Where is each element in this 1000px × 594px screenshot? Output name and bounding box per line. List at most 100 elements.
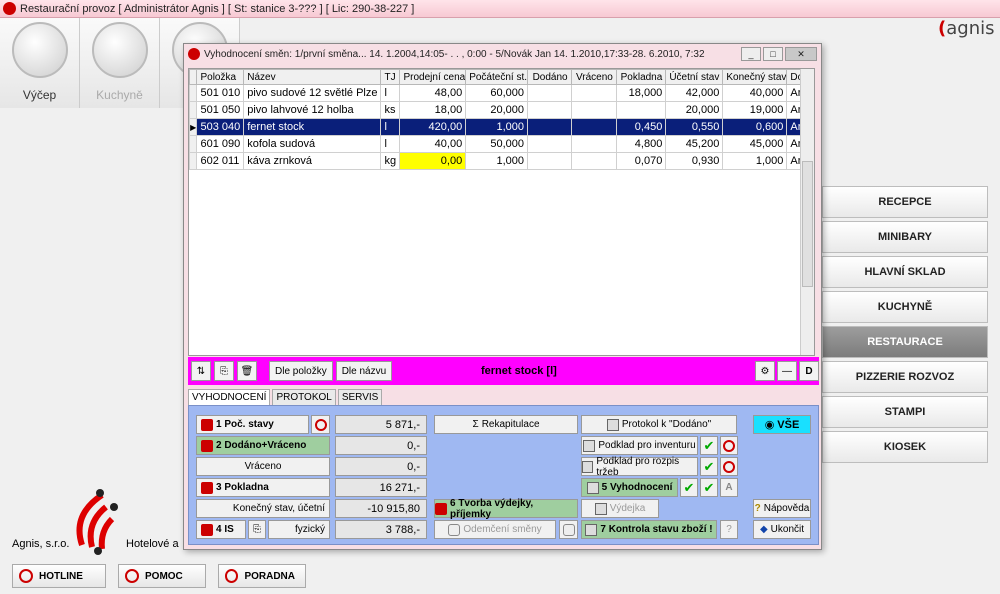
menu-kuchyne[interactable]: KUCHYNĚ [822, 291, 988, 323]
tab-strip: VYHODNOCENÍ PROTOKOL SERVIS [188, 389, 383, 405]
podklad-trzby-button[interactable]: Podklad pro rozpis tržeb [581, 456, 698, 478]
sort-by-name-button[interactable]: Dle názvu [335, 361, 393, 381]
right-menu: RECEPCE MINIBARY HLAVNÍ SKLAD KUCHYNĚ RE… [822, 186, 988, 466]
question-icon [225, 569, 239, 583]
col-prodejni-cena[interactable]: Prodejní cena [399, 69, 467, 85]
check-vyhodnoceni-2[interactable]: ✔ [700, 478, 718, 497]
value-poc-stavy: 5 871,- [335, 415, 427, 434]
col-pokladna[interactable]: Pokladna [615, 69, 667, 85]
no-entry-icon [723, 460, 735, 473]
cancel-inventura-button[interactable] [720, 436, 738, 455]
app-title: Restaurační provoz [ Administrátor Agnis… [20, 2, 415, 15]
tvorba-vydejky-button[interactable]: 6 Tvorba výdejky, příjemky [434, 498, 578, 520]
col-pocatecni[interactable]: Počáteční st. [465, 69, 529, 85]
cancel-poc-stavy-button[interactable] [311, 415, 330, 434]
table-row[interactable]: 501 010 pivo sudové 12 světlé Plze l 48,00 6… [189, 84, 814, 102]
app-logo-icon [3, 2, 16, 15]
menu-hlavni-sklad[interactable]: HLAVNÍ SKLAD [822, 256, 988, 288]
check-vyhodnoceni-1[interactable]: ✔ [680, 478, 698, 497]
check-icon: ✔ [703, 458, 715, 474]
tab-servis[interactable]: SERVIS [337, 389, 383, 405]
trash-icon[interactable]: 🗑 [237, 361, 257, 381]
table-row-selected[interactable]: ▶ 503 040 fernet stock l 420,00 1,000 0,450 0,5… [189, 118, 814, 136]
vraceno-label[interactable]: Vráceno [196, 457, 330, 476]
napoveda-button[interactable]: ? Nápověda [753, 499, 811, 518]
menu-recepce[interactable]: RECEPCE [822, 186, 988, 218]
col-nazev[interactable]: Název [243, 69, 382, 85]
lock-button[interactable] [559, 520, 578, 539]
add-icon [435, 502, 447, 515]
dodano-vraceno-button[interactable]: 2 Dodáno+Vráceno [196, 436, 330, 455]
minimize-icon[interactable]: _ [741, 47, 761, 61]
help-icon: ? [754, 503, 761, 514]
check-icon: ✔ [703, 437, 715, 453]
no-entry-icon [314, 418, 327, 431]
add-icon [201, 523, 213, 536]
tile-vycep[interactable]: Výčep [0, 18, 80, 108]
menu-restaurace[interactable]: RESTAURACE [822, 326, 988, 358]
exit-icon: ◆ [759, 524, 768, 535]
minus-icon[interactable]: — [777, 361, 797, 381]
tab-vyhodnoceni[interactable]: VYHODNOCENÍ [188, 389, 271, 405]
col-ucetni-stav[interactable]: Účetní stav [665, 69, 724, 85]
rekapitulace-button[interactable]: Σ Rekapitulace [434, 415, 578, 434]
sort-by-item-button[interactable]: Dle položky [269, 361, 333, 381]
scroll-thumb[interactable] [802, 161, 813, 287]
value-vraceno: 0,- [335, 457, 427, 476]
pomoc-button[interactable]: POMOC [118, 564, 206, 588]
table-row[interactable]: 602 011 káva zrnková kg 0,00 1,000 0,070 0,930… [189, 152, 814, 170]
col-tj[interactable]: TJ [380, 69, 401, 85]
lock-icon [562, 523, 575, 536]
brand-logo: (agnis [938, 18, 995, 39]
ukoncit-button[interactable]: ◆ Ukončit [753, 520, 811, 539]
no-entry-icon [723, 439, 735, 452]
copy-is-button[interactable]: ⎘ [248, 520, 266, 539]
poc-stavy-button[interactable]: 1 Poč. stavy [196, 415, 309, 434]
copy-icon[interactable]: ⎘ [214, 361, 234, 381]
vse-button[interactable]: ◉ VŠE [753, 415, 811, 434]
sort-icon[interactable]: ⇅ [191, 361, 211, 381]
confirm-trzby-button[interactable]: ✔ [700, 457, 718, 476]
tile-kuchyne[interactable]: Kuchyně [80, 18, 160, 108]
a-button[interactable]: A [720, 478, 738, 497]
filter-bar: ⇅ ⎘ 🗑 Dle položky Dle názvu fernet stock… [188, 357, 819, 385]
d-button[interactable]: D [799, 361, 819, 381]
vydejka-button[interactable]: Výdejka [581, 499, 659, 518]
close-icon[interactable]: ✕ [785, 47, 817, 61]
add-icon [201, 418, 213, 431]
table-row[interactable]: 501 050 pivo lahvové 12 holba ks 18,00 20,00… [189, 101, 814, 119]
menu-kiosek[interactable]: KIOSEK [822, 431, 988, 463]
odemceni-smeny-button[interactable]: Odemčení směny [434, 520, 556, 539]
podklad-inventura-button[interactable]: Podklad pro inventuru [581, 436, 698, 455]
menu-pizzerie-rozvoz[interactable]: PIZZERIE ROZVOZ [822, 361, 988, 393]
table-row[interactable]: 601 090 kofola sudová l 40,00 50,000 4,800 45,… [189, 135, 814, 153]
protokol-dodano-button[interactable]: Protokol k "Dodáno" [581, 415, 737, 434]
phone-icon [19, 569, 33, 583]
printer-icon [585, 523, 598, 536]
bottle-icon [12, 22, 68, 78]
settings-icon[interactable]: ⚙ [755, 361, 775, 381]
items-grid[interactable]: Položka Název TJ Prodejní cena Počáteční… [188, 68, 815, 356]
help-small-button[interactable]: ? [720, 520, 738, 539]
confirm-inventura-button[interactable]: ✔ [700, 436, 718, 455]
col-dodano[interactable]: Dodáno [527, 69, 572, 85]
chef-icon [92, 22, 148, 78]
poradna-button[interactable]: PORADNA [218, 564, 306, 588]
vyhodnoceni-button[interactable]: 5 Vyhodnocení [581, 478, 678, 497]
tab-protokol[interactable]: PROTOKOL [272, 389, 336, 405]
bottom-buttons: HOTLINE POMOC PORADNA [12, 564, 306, 588]
pokladna-button[interactable]: 3 Pokladna [196, 478, 330, 497]
menu-stampi[interactable]: STAMPI [822, 396, 988, 428]
menu-minibary[interactable]: MINIBARY [822, 221, 988, 253]
hotline-button[interactable]: HOTLINE [12, 564, 106, 588]
cancel-trzby-button[interactable] [720, 457, 738, 476]
kontrola-stavu-button[interactable]: 7 Kontrola stavu zboží ! [581, 520, 717, 539]
vertical-scrollbar[interactable] [800, 69, 814, 355]
col-konecny-stav[interactable]: Konečný stav [722, 69, 788, 85]
is-button[interactable]: 4 IS [196, 520, 246, 539]
col-polozka[interactable]: Položka [196, 69, 245, 85]
maximize-icon[interactable]: □ [763, 47, 783, 61]
check-icon: ✔ [703, 479, 715, 495]
row-pointer-icon: ▶ [189, 118, 198, 136]
col-vraceno[interactable]: Vráceno [570, 69, 617, 85]
